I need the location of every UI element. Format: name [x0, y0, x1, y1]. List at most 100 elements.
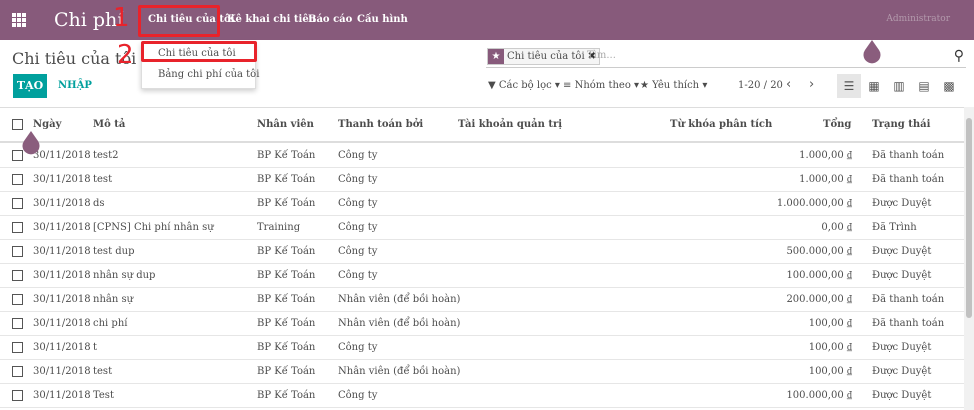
table-row[interactable]: 30/11/2018 test BP Kế Toán Nhân viên (để bồ… [0, 360, 964, 384]
pager-value[interactable]: 1-20 / 20 [738, 80, 783, 91]
cell-status: Đã thanh toán [872, 294, 945, 305]
cell-description: chi phí [93, 318, 128, 329]
create-button[interactable]: TẠO [13, 74, 47, 98]
table-row[interactable]: 30/11/2018 t BP Kế Toán Công ty 100,00 ₫ Được… [0, 336, 964, 360]
row-checkbox[interactable] [12, 342, 23, 353]
filters-button[interactable]: ▼ Các bộ lọc ▾ [488, 80, 560, 91]
cell-date: 30/11/2018 [33, 150, 91, 161]
menu-configuration[interactable]: Cấu hình [357, 14, 408, 25]
cell-status: Được Duyệt [872, 270, 932, 281]
cell-employee: BP Kế Toán [257, 366, 316, 377]
cell-status: Được Duyệt [872, 390, 932, 401]
cell-date: 30/11/2018 [33, 366, 91, 377]
table-row[interactable]: 30/11/2018 nhân sự BP Kế Toán Nhân viên (để… [0, 288, 964, 312]
table-row[interactable]: 30/11/2018 Test BP Kế Toán Công ty 100.000,0… [0, 384, 964, 408]
cell-paid-by: Công ty [338, 174, 378, 185]
list-view-icon[interactable]: ☰ [837, 74, 861, 98]
cell-total: 100.000,00 ₫ [786, 390, 852, 401]
cell-paid-by: Công ty [338, 222, 378, 233]
pager-next-icon[interactable]: › [809, 77, 814, 92]
search-icon[interactable]: ⚲ [954, 48, 964, 64]
col-description[interactable]: Mô tả [93, 119, 125, 130]
cell-status: Được Duyệt [872, 198, 932, 209]
row-checkbox[interactable] [12, 318, 23, 329]
cell-description: test [93, 174, 113, 185]
table-row[interactable]: 30/11/2018 ds BP Kế Toán Công ty 1.000.000,0… [0, 192, 964, 216]
cell-date: 30/11/2018 [33, 222, 91, 233]
kanban-view-icon[interactable]: ▦ [862, 74, 886, 98]
cursor-drop-icon [22, 131, 40, 155]
cell-description: Test [93, 390, 114, 401]
row-checkbox[interactable] [12, 366, 23, 377]
row-checkbox[interactable] [12, 270, 23, 281]
cell-employee: BP Kế Toán [257, 318, 316, 329]
cell-employee: BP Kế Toán [257, 198, 316, 209]
row-checkbox[interactable] [12, 246, 23, 257]
table-row[interactable]: 30/11/2018 test2 BP Kế Toán Công ty 1.000,00… [0, 144, 964, 168]
cell-description: nhân sự [93, 294, 134, 305]
cell-description: test dup [93, 246, 135, 257]
cell-status: Đã thanh toán [872, 174, 945, 185]
col-status[interactable]: Trạng thái [872, 119, 930, 130]
calendar-view-icon[interactable]: ▩ [937, 74, 961, 98]
table-header: Ngày Mô tả Nhân viên Thanh toán bởi Tài … [0, 108, 964, 143]
user-menu[interactable]: Administrator [886, 14, 950, 24]
dropdown-item-my-expense-reports[interactable]: Bảng chi phí của tôi [158, 69, 259, 80]
menu-reporting[interactable]: Báo cáo [308, 14, 352, 25]
cell-date: 30/11/2018 [33, 294, 91, 305]
cell-employee: Training [257, 222, 301, 233]
row-checkbox[interactable] [12, 174, 23, 185]
cell-paid-by: Nhân viên (để bồi hoàn) [338, 366, 461, 377]
cell-total: 200.000,00 ₫ [786, 294, 852, 305]
group-by-button[interactable]: ≡ Nhóm theo ▾ [563, 80, 639, 91]
menu-expense-report[interactable]: Kê khai chi tiêu [227, 14, 316, 25]
col-date[interactable]: Ngày [33, 119, 61, 130]
bars-icon: ≡ [563, 80, 572, 91]
col-analytic-account[interactable]: Tài khoản quản trị [458, 119, 562, 130]
filters-label: Các bộ lọc [498, 80, 552, 91]
scrollbar-thumb[interactable] [966, 118, 972, 318]
caret-down-icon: ▾ [634, 80, 640, 91]
row-checkbox[interactable] [12, 222, 23, 233]
pager-previous-icon[interactable]: ‹ [786, 77, 791, 92]
row-checkbox[interactable] [12, 390, 23, 401]
graph-view-icon[interactable]: ▥ [887, 74, 911, 98]
col-total[interactable]: Tổng [823, 119, 851, 130]
cell-employee: BP Kế Toán [257, 294, 316, 305]
cell-description: [CPNS] Chi phí nhân sự [93, 222, 214, 233]
cell-description: test [93, 366, 113, 377]
pivot-view-icon[interactable]: ▤ [912, 74, 936, 98]
table-row[interactable]: 30/11/2018 chi phí BP Kế Toán Nhân viên (để… [0, 312, 964, 336]
search-input[interactable]: Tìm... [587, 50, 616, 61]
cell-date: 30/11/2018 [33, 246, 91, 257]
select-all-checkbox[interactable] [12, 119, 23, 130]
col-employee[interactable]: Nhân viên [257, 119, 314, 130]
annotation-box-1 [138, 5, 220, 37]
import-button[interactable]: NHẬP [58, 80, 92, 91]
cell-employee: BP Kế Toán [257, 150, 316, 161]
cell-description: ds [93, 198, 105, 209]
apps-grid-icon[interactable] [12, 13, 26, 27]
cell-employee: BP Kế Toán [257, 270, 316, 281]
col-paid-by[interactable]: Thanh toán bởi [338, 119, 423, 130]
table-row[interactable]: 30/11/2018 test dup BP Kế Toán Công ty 500.0… [0, 240, 964, 264]
table-row[interactable]: 30/11/2018 test BP Kế Toán Công ty 1.000,00 … [0, 168, 964, 192]
cell-status: Được Duyệt [872, 246, 932, 257]
caret-down-icon: ▾ [554, 80, 560, 91]
col-analytic-tags[interactable]: Từ khóa phân tích [670, 119, 772, 130]
filter-icon: ▼ [488, 80, 496, 91]
table-row[interactable]: 30/11/2018 nhân sự dup BP Kế Toán Công ty 10… [0, 264, 964, 288]
search-facet[interactable]: ★ Chi tiêu của tôi ✖ [487, 48, 601, 65]
cell-total: 1.000,00 ₫ [799, 174, 852, 185]
cell-paid-by: Công ty [338, 150, 378, 161]
row-checkbox[interactable] [12, 198, 23, 209]
cell-total: 100,00 ₫ [808, 366, 852, 377]
cell-date: 30/11/2018 [33, 342, 91, 353]
cell-employee: BP Kế Toán [257, 246, 316, 257]
cursor-drop-icon [863, 40, 881, 64]
favorites-button[interactable]: ★ Yêu thích ▾ [640, 80, 707, 91]
row-checkbox[interactable] [12, 294, 23, 305]
table-row[interactable]: 30/11/2018 [CPNS] Chi phí nhân sự Training… [0, 216, 964, 240]
star-icon: ★ [640, 80, 649, 91]
annotation-number-1: 1 [113, 3, 130, 33]
